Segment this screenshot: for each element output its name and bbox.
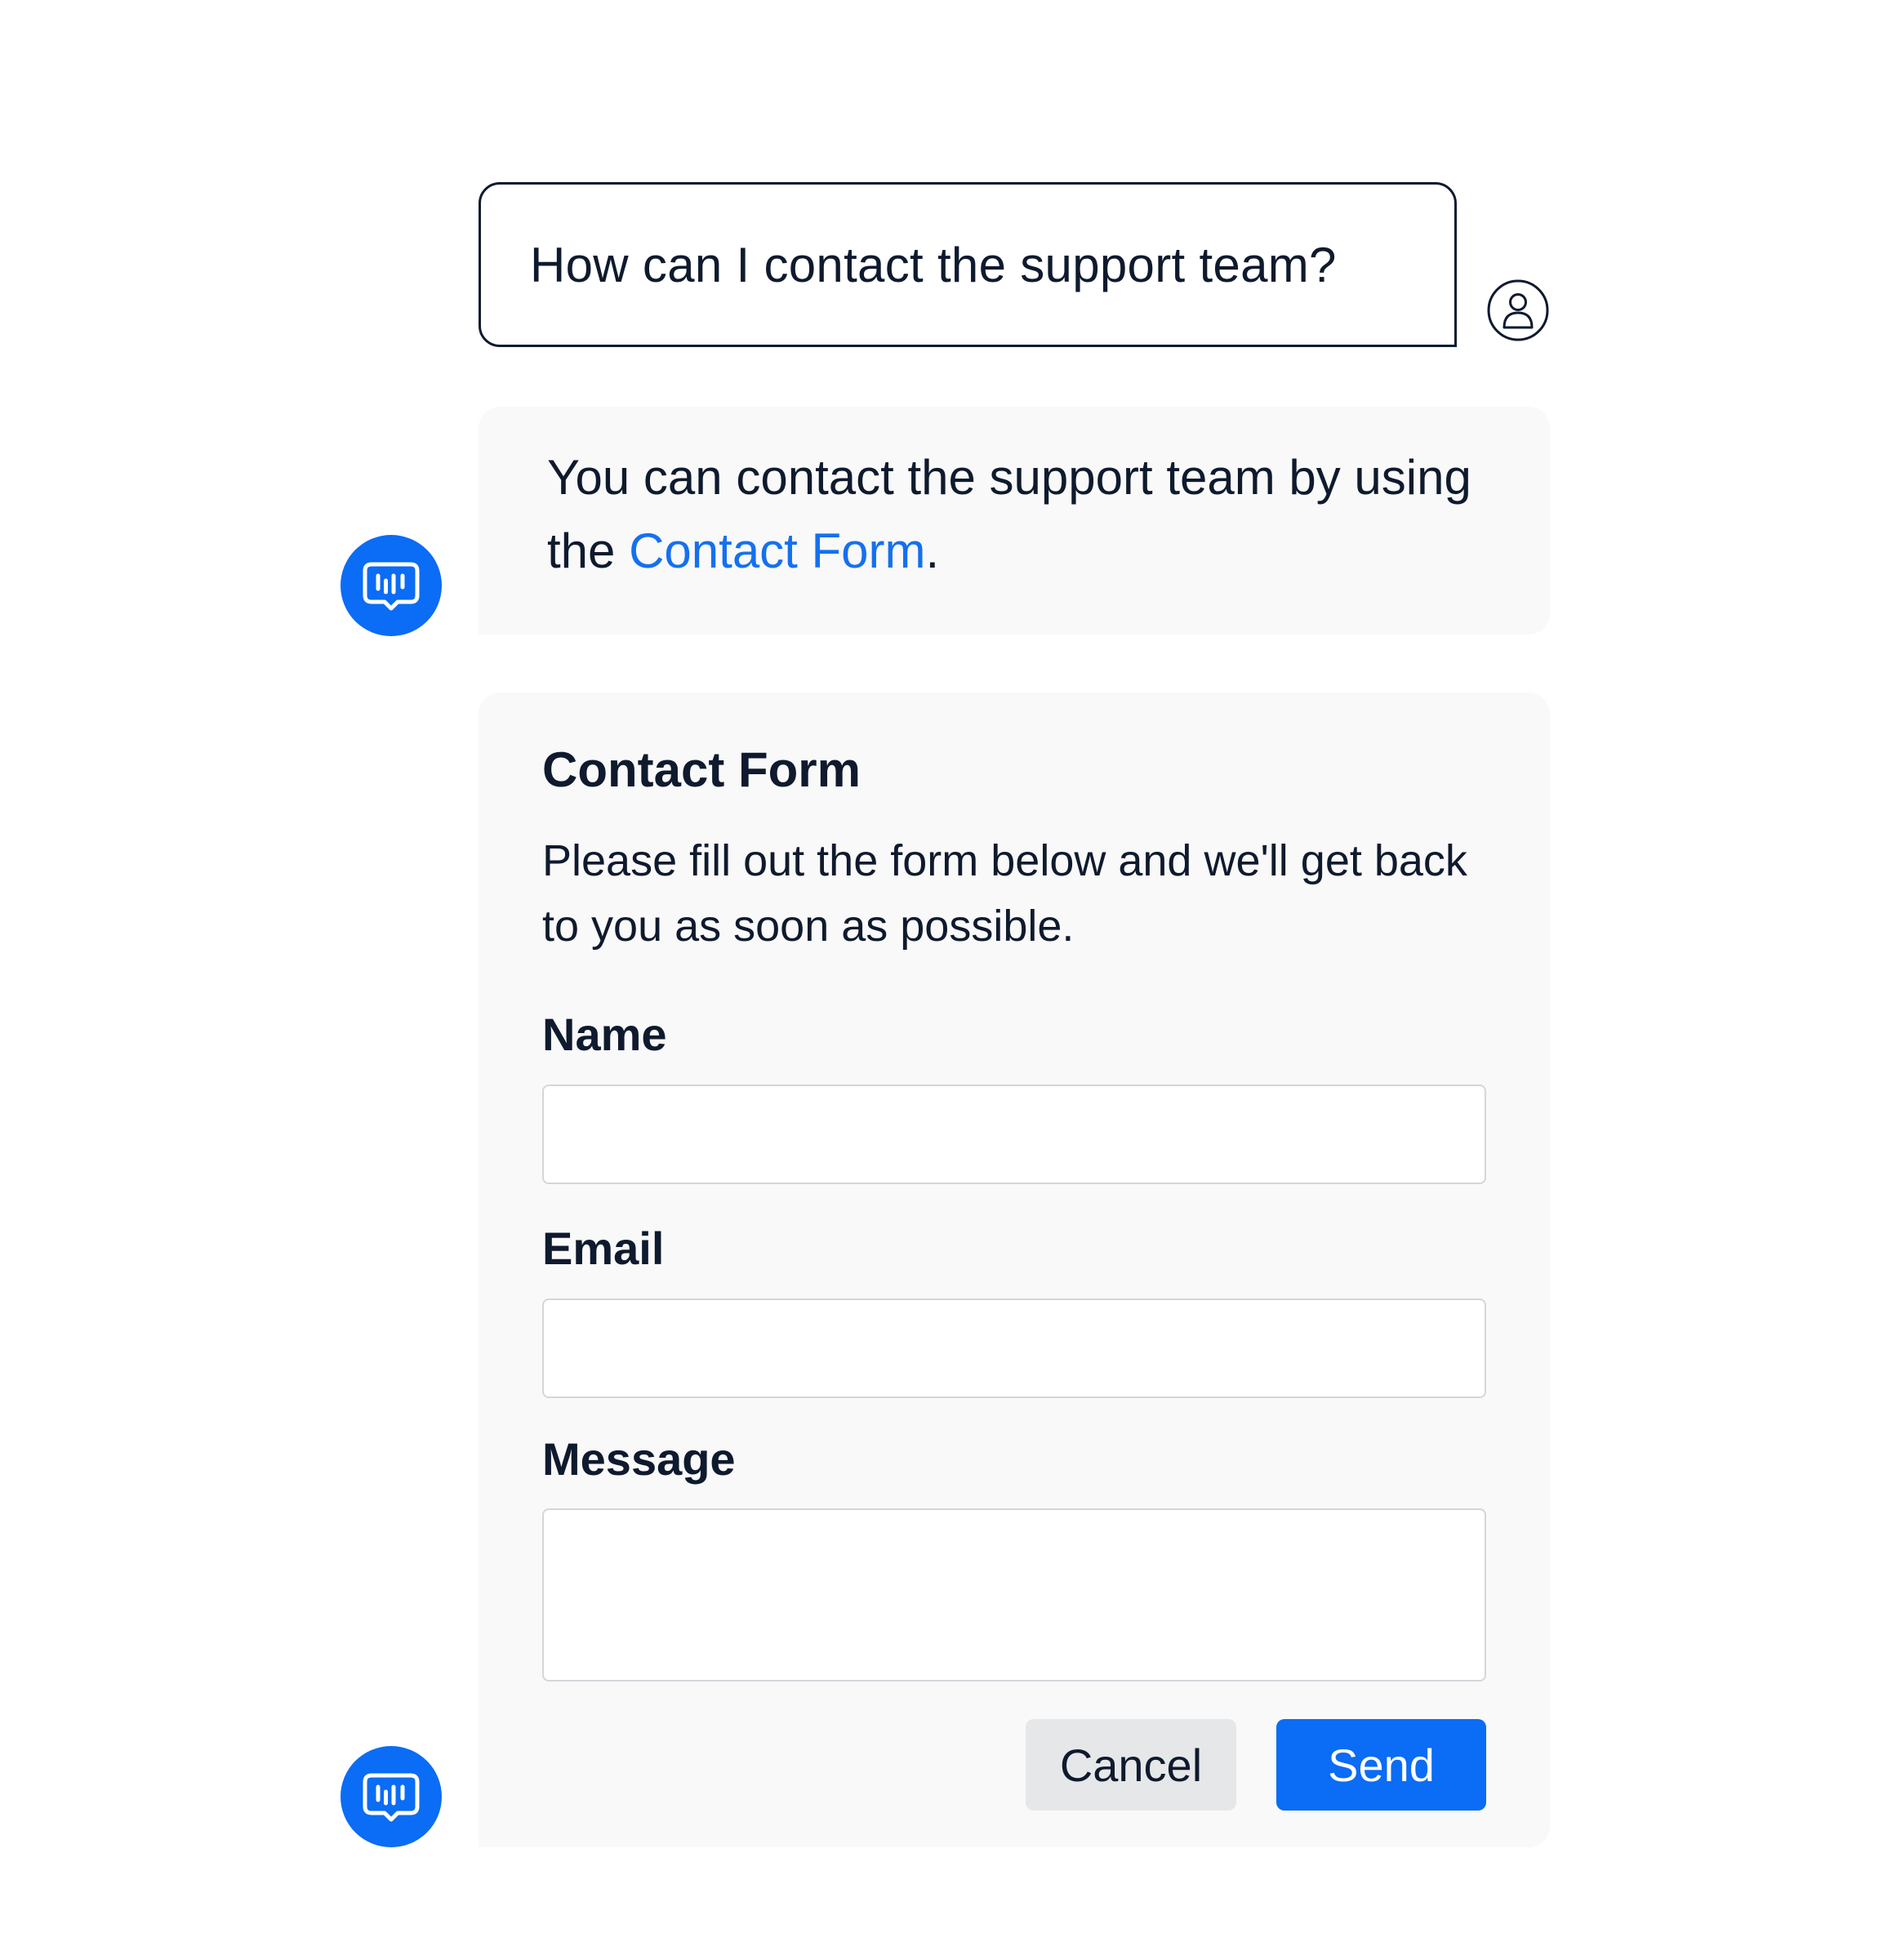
form-title: Contact Form	[542, 742, 861, 797]
contact-form-card: Contact Form Please fill out the form be…	[479, 693, 1550, 1847]
name-label: Name	[542, 1009, 667, 1060]
user-message-text: How can I contact the support team?	[530, 237, 1337, 292]
message-label: Message	[542, 1433, 736, 1485]
bot-avatar-icon	[341, 535, 442, 636]
email-input[interactable]	[542, 1298, 1486, 1398]
send-button[interactable]: Send	[1276, 1719, 1486, 1811]
form-description: Please fill out the form below and we'll…	[542, 836, 1467, 951]
name-input[interactable]	[542, 1085, 1486, 1184]
cancel-button[interactable]: Cancel	[1026, 1719, 1236, 1811]
user-message-bubble: How can I contact the support team?	[479, 182, 1457, 347]
contact-form-link[interactable]: Contact Form	[629, 523, 925, 578]
bot-reply-end: .	[925, 523, 940, 578]
bot-reply-bubble: You can contact the support team by usin…	[479, 407, 1550, 635]
email-label: Email	[542, 1223, 665, 1274]
message-textarea[interactable]	[542, 1508, 1486, 1682]
user-avatar-icon	[1486, 278, 1550, 342]
bot-avatar-icon	[341, 1746, 442, 1847]
